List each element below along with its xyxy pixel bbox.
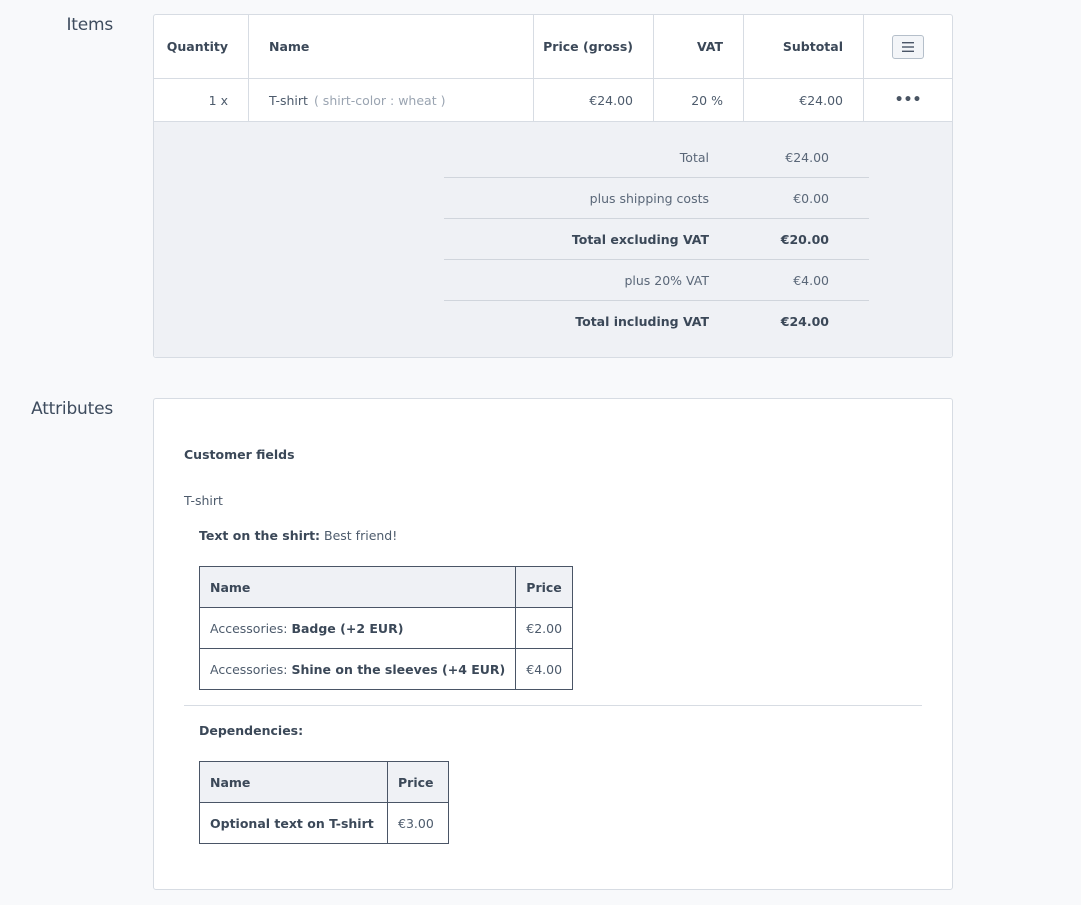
accessory-price: €2.00 [515, 607, 574, 649]
row-name-cell: T-shirt ( shirt-color : wheat ) [249, 79, 534, 121]
items-section-label: Items [66, 15, 113, 35]
divider [184, 705, 922, 706]
attributes-card: Customer fields T-shirt Text on the shir… [153, 398, 953, 890]
header-name: Name [249, 15, 534, 78]
totals-row: Total excluding VAT €20.00 [444, 219, 869, 260]
shipping-label: plus shipping costs [589, 190, 709, 206]
product-name: T-shirt [184, 493, 223, 508]
row-subtotal: €24.00 [744, 79, 864, 121]
table-header-row: Name Price [199, 761, 449, 803]
more-dots-icon[interactable]: ••• [895, 93, 922, 107]
total-label: Total [679, 149, 709, 165]
items-table-header: Quantity Name Price (gross) VAT Subtotal [154, 15, 952, 79]
row-vat: 20 % [654, 79, 744, 121]
table-row: Accessories: Badge (+2 EUR) €2.00 [198, 607, 574, 649]
dependency-name-cell: Optional text on T-shirt [199, 802, 388, 844]
accessories-table: Name Price Accessories: Badge (+2 EUR) €… [198, 566, 574, 690]
table-header-row: Name Price [198, 566, 574, 608]
accessory-prefix: Accessories: [210, 661, 288, 677]
header-vat: VAT [654, 15, 744, 78]
total-value: €24.00 [785, 149, 829, 165]
shirt-text-value: Best friend! [324, 528, 398, 543]
vat-value: €4.00 [793, 272, 829, 288]
header-subtotal: Subtotal [744, 15, 864, 78]
dependency-price: €3.00 [387, 802, 449, 844]
accessory-name-cell: Accessories: Shine on the sleeves (+4 EU… [198, 648, 517, 690]
totals-table: Total €24.00 plus shipping costs €0.00 T… [444, 137, 869, 342]
totals-row: Total including VAT €24.00 [444, 301, 869, 342]
dependency-name: Optional text on T-shirt [210, 815, 374, 831]
items-card: Quantity Name Price (gross) VAT Subtotal… [153, 14, 953, 358]
row-price: €24.00 [534, 79, 654, 121]
vat-label: plus 20% VAT [624, 272, 709, 288]
accessories-header-name: Name [198, 566, 517, 608]
shirt-text-line: Text on the shirt: Best friend! [199, 528, 397, 543]
attributes-section-label: Attributes [31, 399, 113, 419]
accessory-price: €4.00 [515, 648, 574, 690]
accessories-header-price: Price [515, 566, 574, 608]
table-row: Optional text on T-shirt €3.00 [199, 802, 449, 844]
shirt-text-label: Text on the shirt: [199, 528, 321, 543]
header-quantity: Quantity [154, 15, 249, 78]
table-row: Accessories: Shine on the sleeves (+4 EU… [198, 648, 574, 690]
row-actions: ••• [864, 79, 952, 121]
shipping-value: €0.00 [793, 190, 829, 206]
dependencies-table: Name Price Optional text on T-shirt €3.0… [199, 761, 449, 844]
accessory-name: Badge (+2 EUR) [291, 620, 404, 636]
totals-area: Total €24.00 plus shipping costs €0.00 T… [154, 122, 952, 357]
dependencies-title: Dependencies: [199, 723, 304, 738]
accessory-name: Shine on the sleeves (+4 EUR) [291, 661, 506, 677]
customer-fields-title: Customer fields [184, 447, 295, 462]
header-actions [864, 15, 952, 78]
total-incl-vat-value: €24.00 [780, 314, 829, 329]
header-price: Price (gross) [534, 15, 654, 78]
total-excl-vat-value: €20.00 [780, 231, 829, 247]
row-name: T-shirt [269, 92, 308, 108]
row-quantity: 1 x [154, 79, 249, 121]
dependencies-header-name: Name [199, 761, 388, 803]
total-excl-vat-label: Total excluding VAT [571, 231, 709, 247]
dependencies-header-price: Price [387, 761, 449, 803]
hamburger-menu-icon [902, 41, 914, 52]
columns-menu-button[interactable] [892, 34, 924, 59]
table-row: 1 x T-shirt ( shirt-color : wheat ) €24.… [154, 79, 952, 122]
totals-row: plus 20% VAT €4.00 [444, 260, 869, 301]
accessory-prefix: Accessories: [210, 620, 288, 636]
totals-row: plus shipping costs €0.00 [444, 178, 869, 219]
row-attribute: ( shirt-color : wheat ) [313, 92, 446, 108]
accessory-name-cell: Accessories: Badge (+2 EUR) [198, 607, 517, 649]
total-incl-vat-label: Total including VAT [575, 314, 709, 329]
totals-row: Total €24.00 [444, 137, 869, 178]
